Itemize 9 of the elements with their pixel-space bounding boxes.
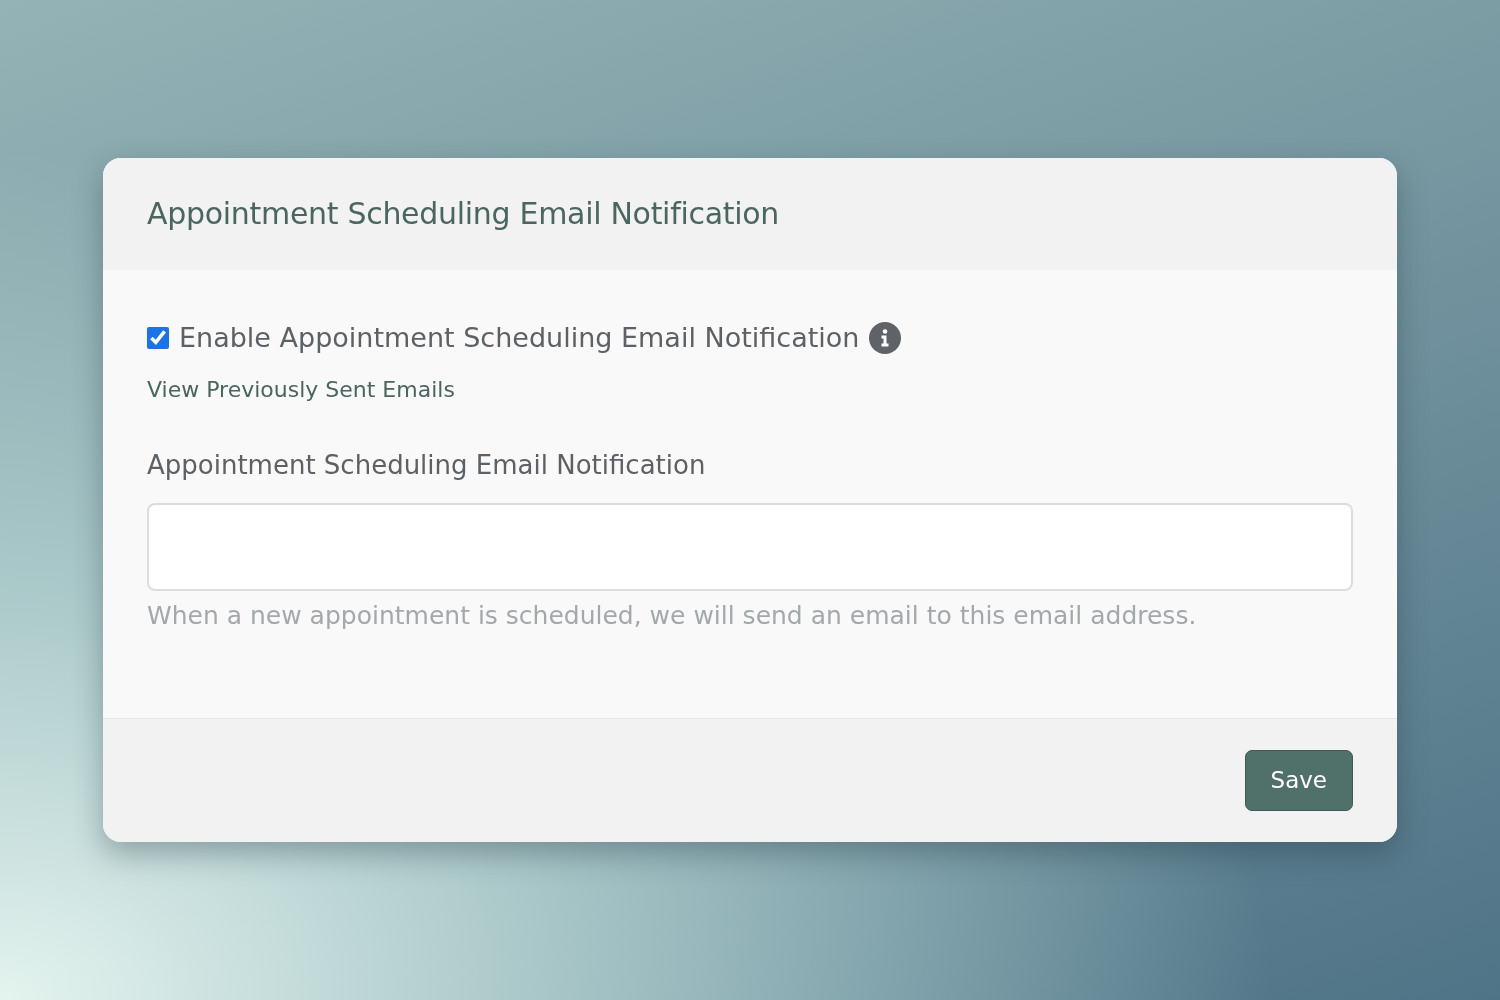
help-text: When a new appointment is scheduled, we will send an email to this email address. xyxy=(147,599,1198,632)
sent-emails-link[interactable]: View Previously Sent Emails xyxy=(147,372,455,406)
field-label: Appointment Scheduling Email Notification xyxy=(147,448,707,482)
enable-checkbox[interactable] xyxy=(147,327,169,350)
card-title: Appointment Scheduling Email Notification xyxy=(147,196,779,232)
save-button[interactable]: Save xyxy=(1244,750,1353,811)
checkbox-label: Enable Appointment Scheduling Email Notification xyxy=(179,321,860,355)
email-input-field[interactable] xyxy=(147,502,1353,591)
info-icon[interactable] xyxy=(869,322,902,355)
